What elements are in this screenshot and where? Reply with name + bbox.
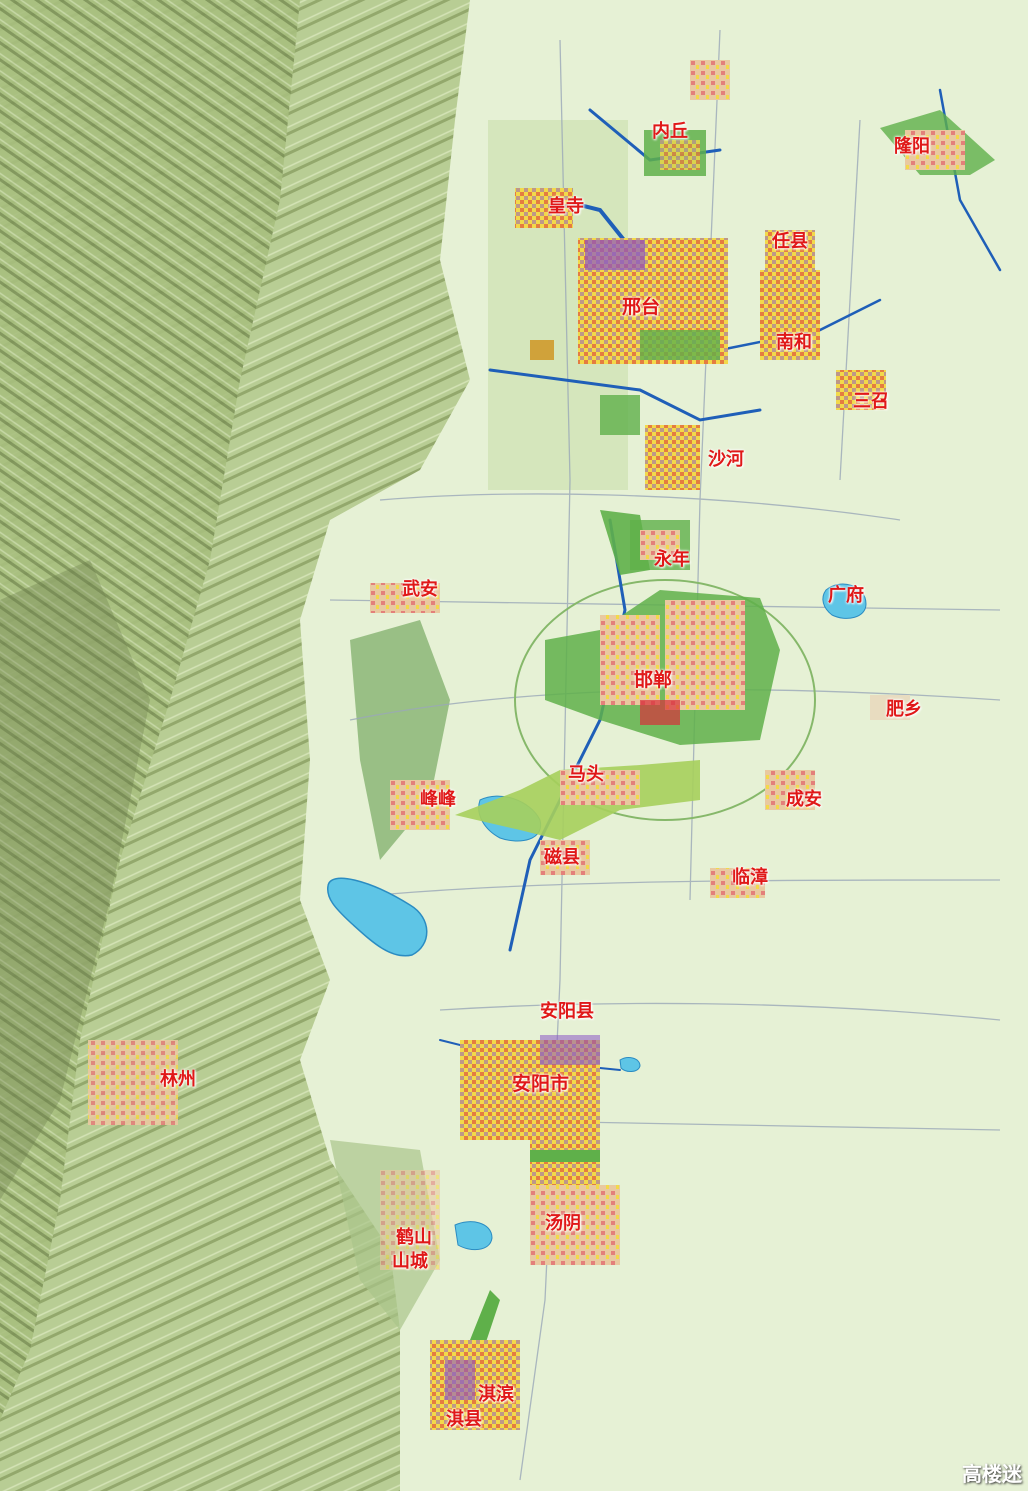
city-label: 南和 — [776, 332, 812, 353]
city-label: 安阳县 — [540, 1001, 594, 1022]
city-label: 汤阴 — [545, 1213, 581, 1234]
city-label: 临漳 — [732, 867, 768, 888]
city-label: 武安 — [402, 579, 438, 600]
city-label: 成安 — [786, 789, 822, 810]
watermark-logo: 高楼迷 — [962, 1462, 1022, 1486]
city-label: 淇滨 — [478, 1384, 514, 1405]
city-label: 隆阳 — [894, 136, 930, 157]
city-label: 山城 — [392, 1251, 428, 1272]
city-label: 广府 — [828, 585, 864, 606]
city-label: 沙河 — [708, 449, 744, 470]
city-label: 磁县 — [544, 847, 580, 868]
city-label: 内丘 — [652, 121, 688, 142]
city-label: 林州 — [160, 1069, 196, 1090]
city-label: 邯郸 — [634, 669, 673, 691]
city-label: 永年 — [654, 549, 690, 570]
city-label: 三召 — [853, 391, 889, 412]
city-label: 安阳市 — [512, 1073, 570, 1095]
map-base — [0, 0, 1028, 1491]
city-label: 皇寺 — [548, 196, 584, 217]
city-label: 邢台 — [622, 296, 661, 318]
city-label: 淇县 — [446, 1409, 482, 1430]
city-label: 鹤山 — [396, 1227, 432, 1248]
regional-plan-map: 内丘 隆阳 皇寺 任县 邢台 南和 三召 沙河 永年 武安 广府 邯郸 肥乡 马… — [0, 0, 1028, 1491]
city-label: 肥乡 — [886, 699, 922, 720]
city-label: 任县 — [772, 231, 808, 252]
city-label: 峰峰 — [420, 789, 456, 810]
city-label: 马头 — [568, 764, 604, 785]
